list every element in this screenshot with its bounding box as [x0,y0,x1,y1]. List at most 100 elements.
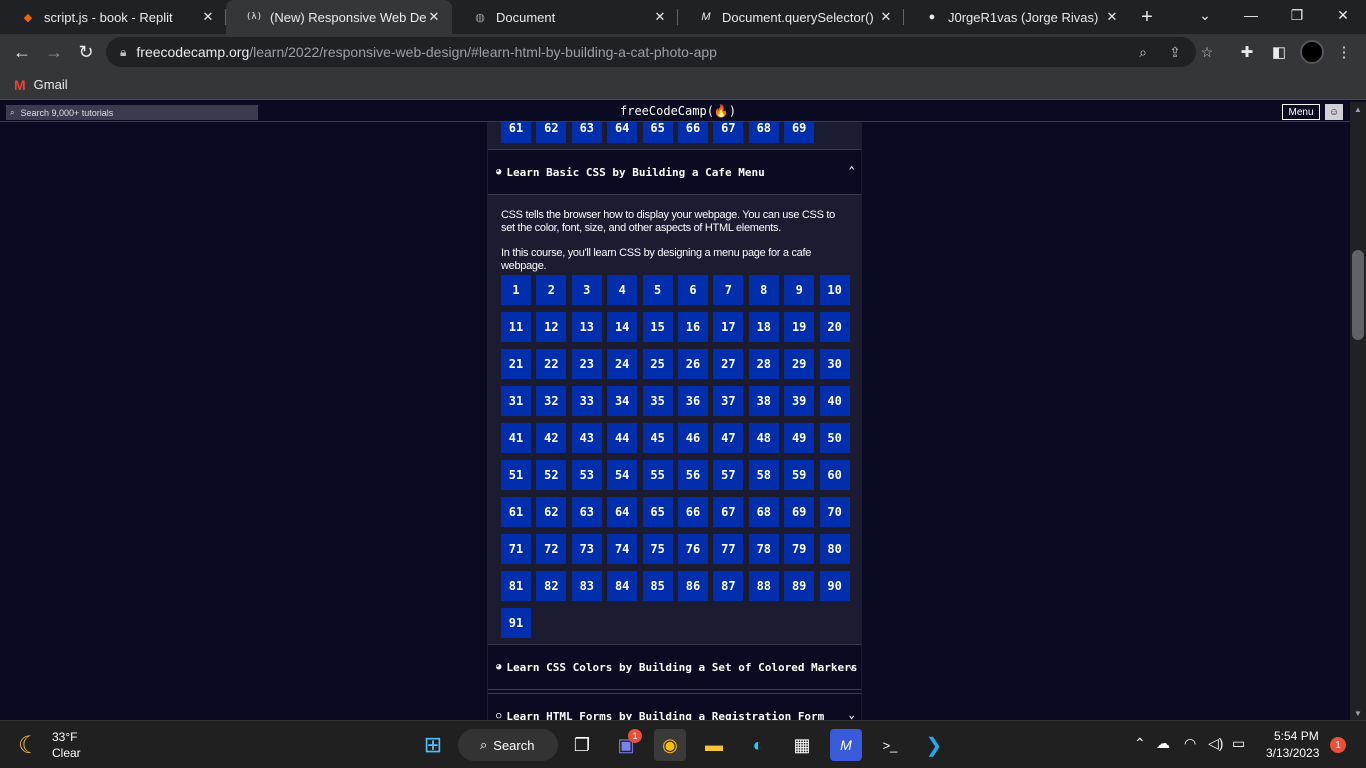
step-button[interactable]: 19 [784,312,815,342]
step-button[interactable]: 71 [501,534,531,564]
close-window-icon[interactable]: ✕ [1320,0,1366,30]
step-button[interactable]: 57 [713,460,744,490]
step-button[interactable]: 82 [536,571,567,601]
step-button[interactable]: 90 [819,571,850,601]
show-hidden-icons-chevron-icon[interactable]: ⌃ [1134,735,1146,752]
step-button[interactable]: 79 [784,534,815,564]
close-icon[interactable]: ✕ [878,9,894,25]
task-view-icon[interactable]: ❐ [566,729,598,761]
step-button[interactable]: 11 [501,312,531,342]
step-button[interactable]: 80 [819,534,850,564]
step-button[interactable]: 40 [819,386,850,416]
bookmark-gmail[interactable]: Gmail [34,77,68,92]
step-button[interactable]: 36 [678,386,708,416]
step-button[interactable]: 48 [748,423,779,453]
step-button[interactable]: 25 [642,349,673,379]
step-button[interactable]: 64 [607,497,638,527]
step-button[interactable]: 61 [501,122,531,143]
step-button[interactable]: 9 [784,275,815,305]
step-button[interactable]: 13 [571,312,602,342]
extensions-puzzle-icon[interactable]: ✚ [1235,40,1259,64]
step-button[interactable]: 54 [607,460,638,490]
tab-mdn[interactable]: M Document.querySelector() - W ✕ [678,0,904,34]
more-menu-icon[interactable]: ⋮ [1332,40,1356,64]
step-button[interactable]: 59 [784,460,815,490]
zoom-icon[interactable]: ⌕ [1132,41,1154,63]
step-button[interactable]: 85 [642,571,673,601]
step-button[interactable]: 30 [819,349,850,379]
onedrive-cloud-icon[interactable]: ☁ [1156,735,1170,752]
fcc-search-input[interactable]: ⌕ Search 9,000+ tutorials [6,105,258,120]
step-button[interactable]: 46 [678,423,708,453]
step-button[interactable]: 72 [536,534,567,564]
lock-icon[interactable]: 🔒︎ [120,45,126,60]
step-button[interactable]: 50 [819,423,850,453]
share-icon[interactable]: ⇪ [1164,41,1186,63]
vscode-icon[interactable]: ❯ [918,729,950,761]
back-arrow-icon[interactable]: ← [8,38,36,66]
step-button[interactable]: 68 [748,122,779,143]
scroll-thumb[interactable] [1352,250,1364,340]
user-avatar[interactable]: ☺ [1325,104,1343,120]
step-button[interactable]: 87 [713,571,744,601]
chrome-icon[interactable]: ◉ [654,729,686,761]
notification-badge[interactable]: 1 [1330,737,1346,753]
battery-icon[interactable]: ▭ [1232,735,1245,752]
step-button[interactable]: 16 [678,312,708,342]
taskbar-search[interactable]: ⌕ Search [458,729,558,761]
step-button[interactable]: 12 [536,312,567,342]
store-icon[interactable]: ▦ [786,729,818,761]
step-button[interactable]: 56 [678,460,708,490]
step-button[interactable]: 51 [501,460,531,490]
step-button[interactable]: 83 [571,571,602,601]
new-tab-button[interactable]: + [1130,0,1164,34]
cafe-menu-block-header[interactable]: ◕ Learn Basic CSS by Building a Cafe Men… [488,149,861,195]
step-button[interactable]: 32 [536,386,567,416]
step-button[interactable]: 2 [536,275,567,305]
close-icon[interactable]: ✕ [1104,9,1120,25]
step-button[interactable]: 69 [784,122,815,143]
clock-time[interactable]: 5:54 PM [1274,729,1319,743]
step-button[interactable]: 75 [642,534,673,564]
step-button[interactable]: 1 [501,275,531,305]
step-button[interactable]: 23 [571,349,602,379]
wifi-icon[interactable]: ◠ [1184,735,1196,752]
clock-date[interactable]: 3/13/2023 [1266,746,1319,760]
step-button[interactable]: 24 [607,349,638,379]
menu-button[interactable]: Menu [1282,104,1320,120]
windows-start-icon[interactable]: ⊞ [417,729,449,761]
chat-icon[interactable]: ▣ 1 [610,729,642,761]
step-button[interactable]: 78 [748,534,779,564]
moon-icon[interactable]: ☾ [18,731,40,760]
colored-markers-block-header[interactable]: ◕ Learn CSS Colors by Building a Set of … [488,644,861,690]
step-button[interactable]: 47 [713,423,744,453]
step-button[interactable]: 63 [571,122,602,143]
chevron-down-icon[interactable]: ⌄ [848,708,855,720]
step-button[interactable]: 67 [713,122,744,143]
scroll-up-icon[interactable]: ▲ [1350,102,1366,116]
step-button[interactable]: 69 [784,497,815,527]
step-button[interactable]: 49 [784,423,815,453]
chevron-down-icon[interactable]: ⌄ [848,659,855,672]
step-button[interactable]: 28 [748,349,779,379]
step-button[interactable]: 29 [784,349,815,379]
file-explorer-icon[interactable]: ▬ [698,729,730,761]
step-button[interactable]: 27 [713,349,744,379]
step-button[interactable]: 10 [819,275,850,305]
step-button[interactable]: 21 [501,349,531,379]
volume-icon[interactable]: ◁) [1208,735,1223,752]
step-button[interactable]: 70 [819,497,850,527]
step-button[interactable]: 66 [678,122,708,143]
step-button[interactable]: 53 [571,460,602,490]
step-button[interactable]: 62 [536,122,567,143]
step-button[interactable]: 3 [571,275,602,305]
step-button[interactable]: 61 [501,497,531,527]
step-button[interactable]: 43 [571,423,602,453]
step-button[interactable]: 8 [748,275,779,305]
step-button[interactable]: 22 [536,349,567,379]
step-button[interactable]: 6 [678,275,708,305]
step-button[interactable]: 65 [642,497,673,527]
edge-icon[interactable]: ◐ [742,729,774,761]
step-button[interactable]: 84 [607,571,638,601]
step-button[interactable]: 42 [536,423,567,453]
